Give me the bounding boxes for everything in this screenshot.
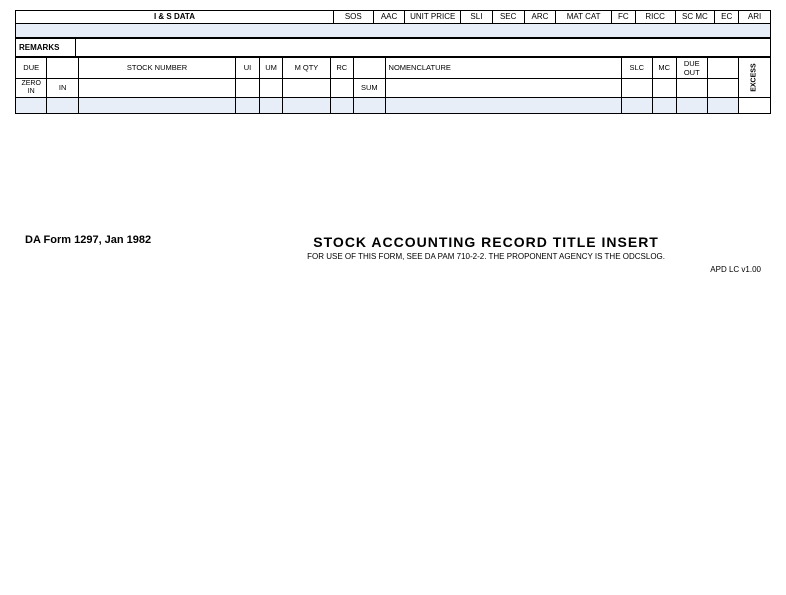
- data-cell-14: [739, 98, 771, 114]
- header-ricc: RICC: [635, 11, 675, 24]
- header-unit-price: UNIT PRICE: [405, 11, 461, 24]
- col-due-out-header: DUE OUT: [676, 57, 707, 78]
- data-cell-13: [707, 98, 738, 114]
- data-cell-4: [236, 98, 260, 114]
- form-id: DA Form 1297, Jan 1982: [25, 234, 151, 246]
- col-excess-header: EXCESS: [739, 57, 771, 98]
- data-cell-2: [47, 98, 78, 114]
- header-ec: EC: [715, 11, 739, 24]
- remarks-value: [76, 38, 771, 56]
- zero-in-label: ZEROIN: [16, 78, 47, 98]
- main-data-table: DUE STOCK NUMBER UI UM M QTY RC NOMENCLA…: [15, 57, 771, 115]
- header-ari: ARI: [739, 11, 771, 24]
- header-table: I & S DATA SOS AAC UNIT PRICE SLI SEC AR…: [15, 10, 771, 38]
- sum-label: SUM: [354, 78, 385, 98]
- header-arc: ARC: [524, 11, 556, 24]
- data-cell-6: [283, 98, 330, 114]
- data-cell-5: [259, 98, 283, 114]
- header-is-data: I & S DATA: [16, 11, 334, 24]
- data-cell-11: [652, 98, 676, 114]
- col-slc-header: SLC: [621, 57, 652, 78]
- col-stock-number-header: STOCK NUMBER: [78, 57, 235, 78]
- header-sc-mc: SC MC: [675, 11, 715, 24]
- col-due-header: DUE: [16, 57, 47, 78]
- title-block: STOCK ACCOUNTING RECORD TITLE INSERT FOR…: [211, 234, 761, 274]
- data-cell-9: [385, 98, 621, 114]
- data-cell-8: [354, 98, 385, 114]
- data-cell-12: [676, 98, 707, 114]
- header-fc: FC: [611, 11, 635, 24]
- apd-version: APD LC v1.00: [211, 265, 761, 274]
- remarks-table: REMARKS: [15, 38, 771, 57]
- header-sec: SEC: [492, 11, 524, 24]
- col-nomenclature-header: NOMENCLATURE: [385, 57, 621, 78]
- data-cell-10: [621, 98, 652, 114]
- page: I & S DATA SOS AAC UNIT PRICE SLI SEC AR…: [0, 0, 786, 595]
- col-m-qty-header: M QTY: [283, 57, 330, 78]
- header-aac: AAC: [373, 11, 405, 24]
- col-ui-header: UI: [236, 57, 260, 78]
- data-cell-7: [330, 98, 354, 114]
- col-um-header: UM: [259, 57, 283, 78]
- form-subtitle: FOR USE OF THIS FORM, SEE DA PAM 710-2-2…: [211, 252, 761, 261]
- header-mat-cat: MAT CAT: [556, 11, 612, 24]
- remarks-label: REMARKS: [16, 38, 76, 56]
- data-cell-1: [16, 98, 47, 114]
- due-in-label: IN: [47, 78, 78, 98]
- form-title: STOCK ACCOUNTING RECORD TITLE INSERT: [211, 234, 761, 250]
- header-sli: SLI: [461, 11, 493, 24]
- col-mc-header: MC: [652, 57, 676, 78]
- header-sos: SOS: [333, 11, 373, 24]
- col-rc-header: RC: [330, 57, 354, 78]
- footer: DA Form 1297, Jan 1982 STOCK ACCOUNTING …: [15, 234, 771, 274]
- data-cell-3: [78, 98, 235, 114]
